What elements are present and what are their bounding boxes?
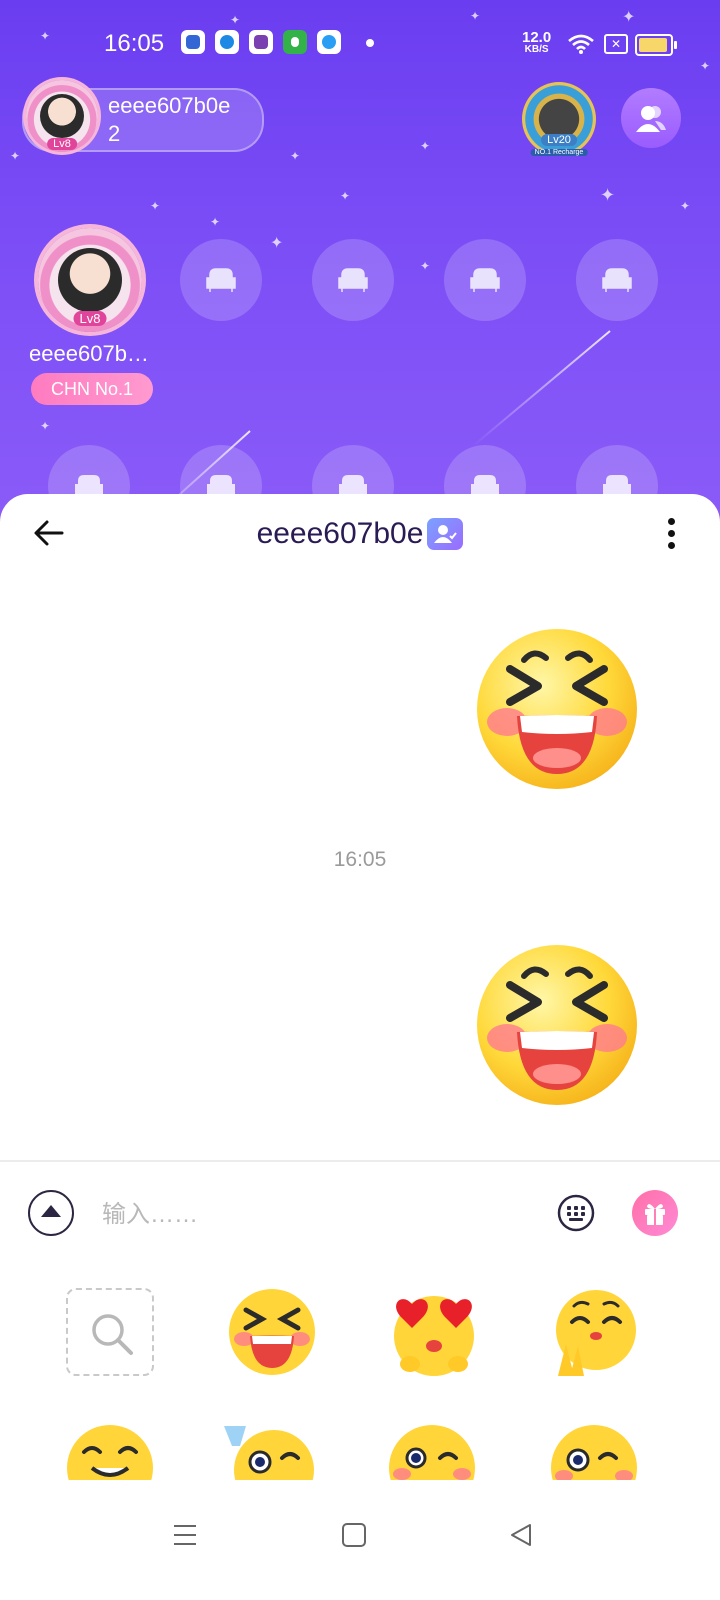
empty-seat[interactable]	[312, 239, 394, 321]
network-speed-value: 12.0	[522, 29, 552, 46]
rank-level: Lv20	[541, 134, 577, 146]
purple-app-icon	[249, 30, 273, 54]
gift-icon	[645, 1204, 665, 1225]
host-count: 2	[108, 121, 121, 146]
qq-browser-icon	[317, 30, 341, 54]
winking-face-sticker[interactable]	[386, 1422, 478, 1480]
search-icon	[92, 1314, 133, 1355]
smiling-face-sticker[interactable]	[64, 1422, 156, 1480]
heart-eyes-face-sticker[interactable]	[388, 1286, 480, 1378]
chat-title: eeee607b0e	[0, 516, 720, 551]
sticker-row	[0, 1414, 720, 1480]
praying-face-sticker[interactable]	[548, 1286, 640, 1378]
sofa-icon	[338, 268, 368, 292]
sim-off-icon: ✕	[604, 34, 628, 54]
sofa-icon	[602, 268, 632, 292]
battery-icon	[635, 34, 677, 56]
seat-rank-tag: CHN No.1	[31, 373, 153, 405]
input-divider	[0, 1160, 720, 1162]
private-chat-sheet: eeee607b0e 16:05	[0, 494, 720, 1600]
baidu-app-icon	[181, 30, 205, 54]
star-decoration: ✦	[340, 189, 351, 203]
message-timestamp: 16:05	[333, 848, 387, 871]
rank-badge[interactable]: Lv20 NO.1 Recharge	[518, 78, 600, 160]
star-decoration: ✦	[150, 199, 161, 213]
seat-user-name: eeee607b…	[29, 341, 149, 366]
menu-icon[interactable]	[172, 1522, 198, 1548]
keyboard-icon[interactable]	[557, 1194, 595, 1232]
sticker-search-button[interactable]	[66, 1288, 154, 1376]
home-icon[interactable]	[341, 1522, 367, 1548]
empty-seat[interactable]	[180, 239, 262, 321]
back-triangle-icon[interactable]	[508, 1522, 534, 1548]
green-app-icon	[283, 30, 307, 54]
star-decoration: ✦	[290, 149, 301, 163]
online-users-button[interactable]	[621, 88, 681, 148]
sofa-icon	[206, 268, 236, 292]
laughing-face-sticker[interactable]	[472, 940, 642, 1110]
empty-seat[interactable]	[444, 239, 526, 321]
laughing-face-sticker[interactable]	[226, 1286, 318, 1378]
chat-partner-name: eeee607b0e	[256, 517, 424, 551]
status-time: 16:05	[104, 30, 165, 57]
avatar-photo	[58, 248, 122, 312]
avatar-photo	[40, 94, 84, 138]
notification-dot	[366, 39, 374, 47]
sofa-icon	[470, 268, 500, 292]
host-name: eeee607b0e	[108, 93, 231, 118]
seat-occupied[interactable]: Lv8	[38, 228, 142, 332]
profile-card-icon[interactable]	[427, 518, 464, 551]
network-speed-unit: KB/S	[524, 44, 549, 55]
laughing-face-sticker[interactable]	[472, 624, 642, 794]
star-decoration: ✦	[420, 139, 431, 153]
network-speed: 12.0 KB/S	[522, 30, 551, 55]
voice-room-background: ✦ ✦ ✦ ✦ ✦ ✦ ✦ ✦ ✦ ✦ ✦ ✦ ✦ ✦ ✦ ✦ 16:05 12…	[0, 0, 720, 540]
star-decoration: ✦	[470, 9, 481, 23]
gift-button[interactable]	[632, 1190, 678, 1236]
system-nav-bar	[0, 1492, 720, 1600]
level-badge: Lv8	[73, 311, 107, 326]
star-decoration: ✦	[10, 149, 21, 163]
expand-up-icon[interactable]	[28, 1190, 74, 1236]
star-decoration: ✦	[270, 235, 284, 252]
cheers-face-sticker[interactable]	[224, 1422, 316, 1480]
level-badge: Lv8	[47, 138, 77, 150]
empty-seat[interactable]	[576, 239, 658, 321]
meteor-decoration	[471, 330, 611, 448]
star-decoration: ✦	[40, 419, 51, 433]
star-decoration: ✦	[600, 185, 616, 205]
status-bar: 16:05 12.0 KB/S ✕	[0, 24, 720, 64]
more-options-icon[interactable]	[666, 518, 676, 552]
blue-app-icon	[215, 30, 239, 54]
host-avatar[interactable]: Lv8	[26, 80, 98, 152]
users-icon	[636, 106, 666, 132]
rank-ribbon: NO.1 Recharge	[530, 149, 588, 156]
monocle-face-sticker[interactable]	[548, 1422, 640, 1480]
message-input[interactable]	[100, 1194, 524, 1236]
wifi-icon	[568, 34, 594, 54]
star-decoration: ✦	[680, 199, 691, 213]
star-decoration: ✦	[420, 259, 431, 273]
star-decoration: ✦	[210, 215, 221, 229]
